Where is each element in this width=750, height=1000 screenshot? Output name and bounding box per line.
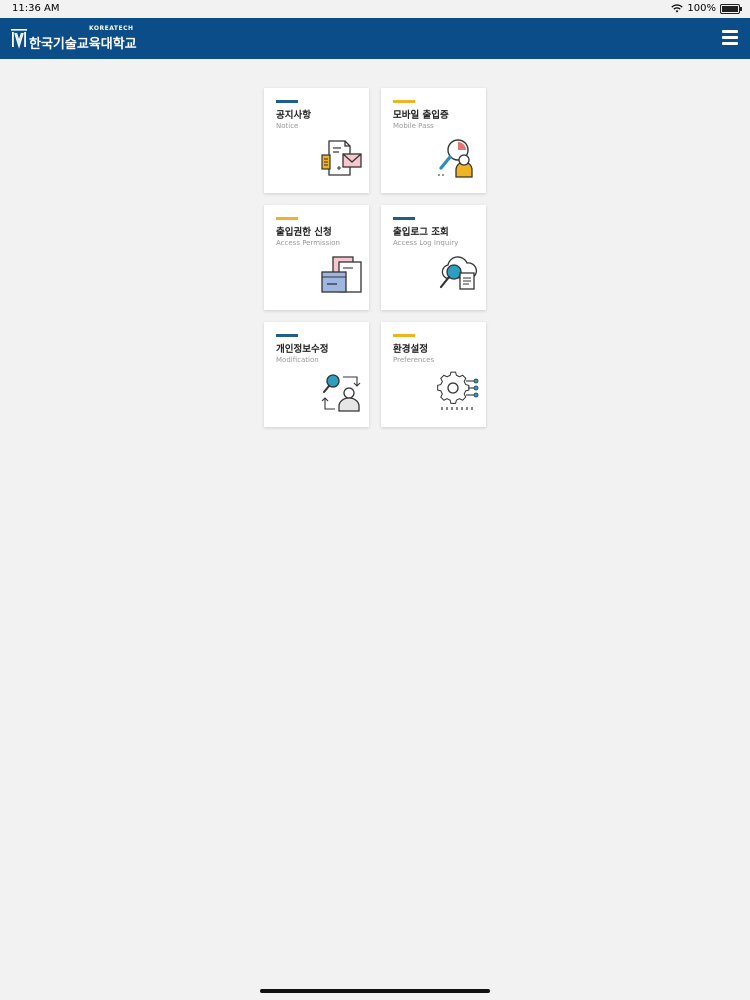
logo-subtitle: KOREATECH [89, 25, 134, 32]
access-permission-folders-icon [321, 256, 362, 293]
wifi-icon [671, 4, 684, 13]
battery-percentage: 100% [687, 3, 716, 14]
menu-line-icon [722, 36, 738, 39]
menu-card-access-permission[interactable]: 출입권한 신청 Access Permission [264, 205, 369, 310]
status-time: 11:36 AM [12, 3, 60, 14]
card-title: 개인정보수정 [276, 344, 329, 355]
access-log-cloud-search-icon [439, 256, 477, 290]
status-indicators: 100% [671, 3, 742, 14]
card-subtitle: Access Log Inquiry [393, 239, 459, 247]
card-accent-bar [393, 334, 415, 337]
card-title: 출입권한 신청 [276, 227, 332, 238]
card-title: 출입로그 조회 [393, 227, 449, 238]
card-subtitle: Modification [276, 356, 319, 364]
notice-document-mail-icon [321, 140, 362, 176]
menu-card-modification[interactable]: 개인정보수정 Modification [264, 322, 369, 427]
card-title: 환경설정 [393, 344, 428, 355]
card-subtitle: Access Permission [276, 239, 340, 247]
card-accent-bar [276, 217, 298, 220]
card-title: 공지사항 [276, 110, 311, 121]
card-accent-bar [393, 217, 415, 220]
card-accent-bar [393, 100, 415, 103]
menu-line-icon [722, 42, 738, 45]
app-header: KOREATECH 한국기술교육대학교 [0, 18, 750, 59]
card-accent-bar [276, 100, 298, 103]
modification-user-search-icon [321, 374, 361, 412]
card-subtitle: Notice [276, 122, 299, 130]
card-accent-bar [276, 334, 298, 337]
menu-grid: 공지사항 Notice 모바일 출입증 Mobile Pass 출입권한 신청 … [264, 88, 486, 427]
menu-card-notice[interactable]: 공지사항 Notice [264, 88, 369, 193]
card-subtitle: Mobile Pass [393, 122, 434, 130]
home-indicator[interactable] [260, 989, 490, 993]
menu-line-icon [722, 30, 738, 33]
status-bar: 11:36 AM 100% [0, 0, 750, 18]
university-logo-icon [11, 29, 27, 49]
battery-icon [720, 3, 742, 14]
menu-card-mobile-pass[interactable]: 모바일 출입증 Mobile Pass [381, 88, 486, 193]
hamburger-menu-button[interactable] [722, 30, 738, 45]
mobile-pass-search-user-icon [438, 139, 473, 178]
logo-title: 한국기술교육대학교 [29, 37, 137, 52]
menu-card-access-log[interactable]: 출입로그 조회 Access Log Inquiry [381, 205, 486, 310]
menu-card-preferences[interactable]: 환경설정 Preferences [381, 322, 486, 427]
card-subtitle: Preferences [393, 356, 435, 364]
preferences-gear-icon [437, 371, 479, 410]
card-title: 모바일 출입증 [393, 110, 449, 121]
